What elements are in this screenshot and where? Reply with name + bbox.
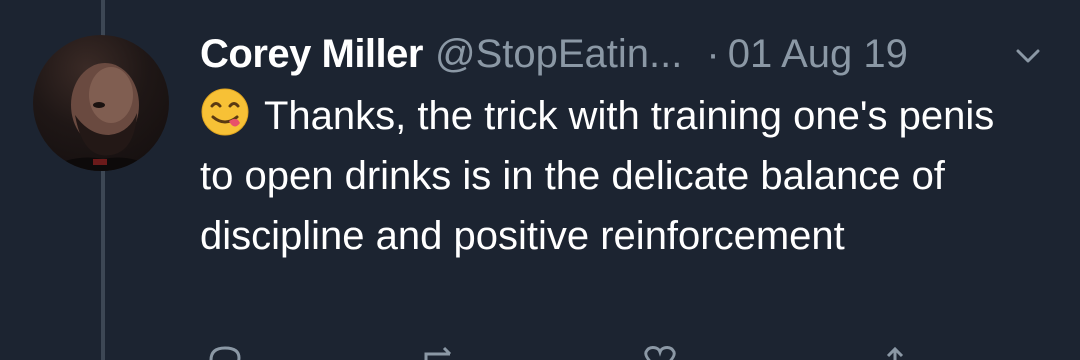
avatar-image	[43, 63, 159, 171]
tweet-body: Thanks, the trick with training one's pe…	[200, 86, 1020, 266]
tweet-header: Corey Miller @StopEatin... · 01 Aug 19	[200, 26, 908, 82]
like-icon[interactable]	[640, 344, 680, 360]
separator-dot: ·	[706, 31, 720, 76]
tweet-date[interactable]: 01 Aug 19	[728, 32, 908, 77]
chevron-down-icon[interactable]	[1010, 38, 1046, 74]
avatar[interactable]	[33, 35, 169, 171]
reply-icon[interactable]	[205, 344, 245, 360]
retweet-icon[interactable]	[420, 344, 460, 360]
face-savoring-food-icon	[201, 88, 249, 136]
author-handle[interactable]: @StopEatin...	[435, 32, 682, 77]
tweet-actions	[205, 344, 965, 360]
author-name[interactable]: Corey Miller	[200, 32, 423, 77]
share-icon[interactable]	[875, 344, 915, 360]
tweet-text: Thanks, the trick with training one's pe…	[200, 94, 995, 258]
